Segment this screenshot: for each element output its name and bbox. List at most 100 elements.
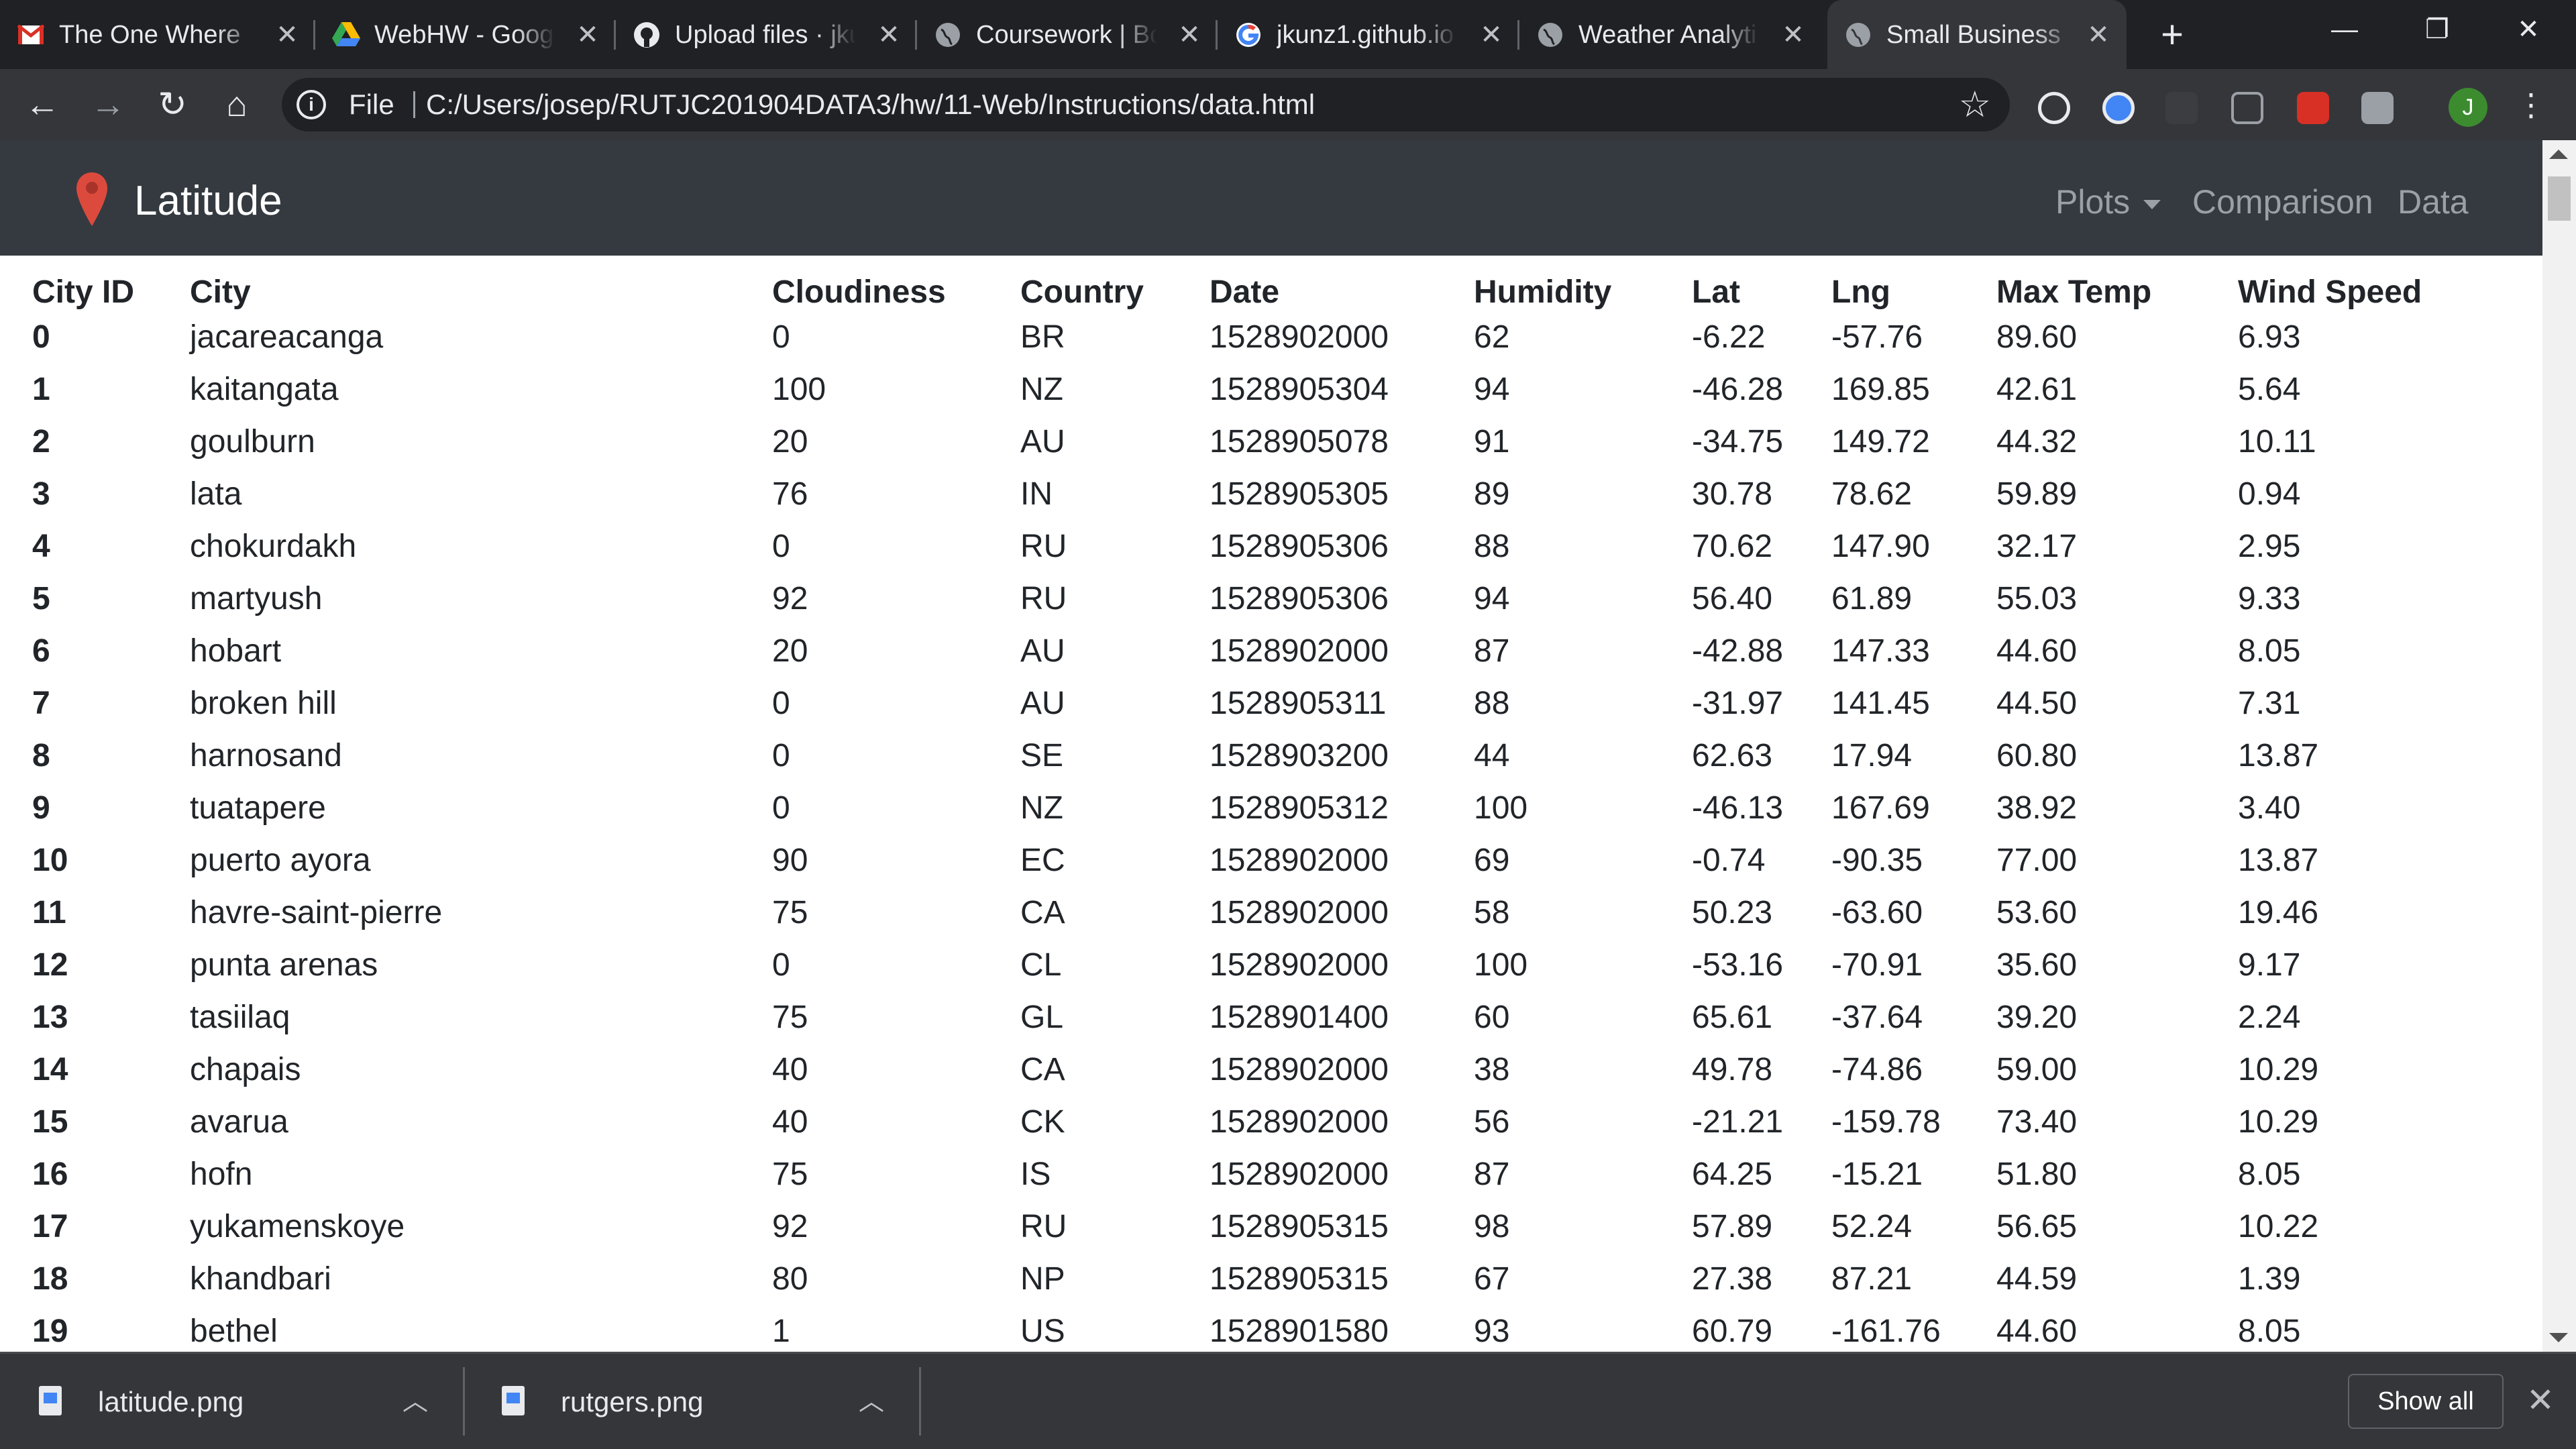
- table-row: 0 jacareacanga 0 BR 1528902000 62 -6.22 -57.76 8…: [17, 311, 2526, 363]
- browser-tab[interactable]: Coursework | Bo ✕: [917, 0, 1218, 69]
- table-row: 8 harnosand 0 SE 1528903200 44 62.63 17.94 60.80…: [17, 729, 2526, 782]
- data-table: City ID City Cloudiness Country Date Hum…: [17, 256, 2526, 1352]
- tab-close-icon[interactable]: ✕: [1778, 20, 1808, 50]
- cell-wind-speed: 2.95: [2238, 528, 2301, 564]
- cell-wind-speed: 19.46: [2238, 894, 2319, 930]
- cell-country: RU: [1020, 528, 1067, 564]
- browser-tab-active[interactable]: Small Business ✕: [1827, 0, 2127, 69]
- forward-arrow-icon[interactable]: →: [86, 83, 130, 127]
- cell-lat: -42.88: [1692, 633, 1784, 669]
- tab-close-icon[interactable]: ✕: [874, 20, 904, 50]
- browser-tab[interactable]: WebHW - Goog ✕: [315, 0, 616, 69]
- pdf-extension-icon[interactable]: [2297, 92, 2329, 124]
- download-item[interactable]: latitude.png ︿: [0, 1354, 463, 1449]
- browser-menu-icon[interactable]: ⋮: [2509, 83, 2553, 127]
- cell-cloudiness: 92: [772, 1208, 808, 1244]
- cell-date: 1528905306: [1210, 528, 1389, 564]
- close-window-icon[interactable]: ✕: [2498, 9, 2559, 50]
- pdf-extension-icon[interactable]: [2231, 92, 2263, 124]
- browser-tab[interactable]: The One Where ✕: [0, 0, 315, 69]
- browser-tab[interactable]: Upload files · jku ✕: [616, 0, 917, 69]
- cell-city: tasiilaq: [190, 999, 290, 1035]
- google-icon: [1234, 20, 1263, 50]
- cell-humidity: 87: [1474, 1156, 1510, 1192]
- cell-city: goulburn: [190, 423, 315, 460]
- nav-data-link[interactable]: Data: [2398, 180, 2469, 223]
- info-icon[interactable]: i: [297, 90, 326, 119]
- site-brand[interactable]: Latitude: [134, 178, 282, 225]
- table-row: 16 hofn 75 IS 1528902000 87 64.25 -15.21 51.80 8.…: [17, 1148, 2526, 1200]
- chevron-up-icon[interactable]: ︿: [402, 1383, 428, 1421]
- cell-wind-speed: 0.94: [2238, 476, 2301, 512]
- table-row: 18 khandbari 80 NP 1528905315 67 27.38 87.21 44.…: [17, 1252, 2526, 1305]
- cell-city-id: 15: [32, 1104, 68, 1140]
- back-arrow-icon[interactable]: ←: [20, 83, 64, 127]
- column-header: Lng: [1831, 274, 1890, 310]
- show-all-button[interactable]: Show all: [2348, 1374, 2504, 1429]
- browser-toolbar: ← → ↻ ⌂ i File C:/Users/josep/RUTJC20190…: [0, 69, 2576, 140]
- extension-icon[interactable]: [2038, 92, 2070, 124]
- tab-close-icon[interactable]: ✕: [573, 20, 602, 50]
- nav-plots-dropdown[interactable]: Plots: [2055, 180, 2161, 223]
- cell-wind-speed: 10.29: [2238, 1104, 2319, 1140]
- download-separator: [919, 1367, 921, 1436]
- table-row: 12 punta arenas 0 CL 1528902000 100 -53.16 -70.…: [17, 938, 2526, 991]
- cell-city: broken hill: [190, 685, 337, 721]
- tab-close-icon[interactable]: ✕: [1477, 20, 1506, 50]
- scrollbar-thumb[interactable]: [2548, 176, 2571, 221]
- extension-icon[interactable]: [2361, 92, 2394, 124]
- cell-cloudiness: 0: [772, 737, 790, 773]
- vertical-scrollbar[interactable]: [2542, 140, 2576, 1352]
- reload-icon[interactable]: ↻: [150, 83, 195, 127]
- download-item[interactable]: rutgers.png ︿: [463, 1354, 919, 1449]
- cell-city-id: 9: [32, 790, 50, 826]
- tab-close-icon[interactable]: ✕: [1175, 20, 1204, 50]
- cell-date: 1528902000: [1210, 947, 1389, 983]
- address-bar[interactable]: i File C:/Users/josep/RUTJC201904DATA3/h…: [282, 78, 2010, 131]
- cell-country: US: [1020, 1313, 1065, 1349]
- table-header-row: City ID City Cloudiness Country Date Hum…: [17, 256, 2526, 311]
- chevron-up-icon[interactable]: ︿: [859, 1383, 884, 1421]
- cell-date: 1528905315: [1210, 1208, 1389, 1244]
- nav-comparison-link[interactable]: Comparison: [2192, 180, 2373, 223]
- cell-country: NZ: [1020, 371, 1063, 407]
- tab-title: Small Business: [1886, 21, 2061, 49]
- cell-max-temp: 51.80: [1996, 1156, 2078, 1192]
- home-icon[interactable]: ⌂: [215, 83, 259, 127]
- cell-max-temp: 44.59: [1996, 1260, 2078, 1297]
- url-text[interactable]: C:/Users/josep/RUTJC201904DATA3/hw/11-We…: [426, 87, 1315, 122]
- tab-close-icon[interactable]: ✕: [2084, 20, 2113, 50]
- cell-lng: 87.21: [1831, 1260, 1913, 1297]
- close-shelf-icon[interactable]: ✕: [2524, 1379, 2557, 1421]
- cell-date: 1528902000: [1210, 894, 1389, 930]
- extension-icon[interactable]: [2165, 92, 2198, 124]
- tab-title: jkunz1.github.io: [1277, 21, 1454, 49]
- cell-lng: -63.60: [1831, 894, 1923, 930]
- cell-city: kaitangata: [190, 371, 339, 407]
- cell-city: jacareacanga: [190, 319, 384, 355]
- tab-close-icon[interactable]: ✕: [272, 20, 302, 50]
- cell-max-temp: 44.60: [1996, 1313, 2078, 1349]
- column-header: Wind Speed: [2238, 274, 2422, 310]
- cell-date: 1528902000: [1210, 1051, 1389, 1087]
- table-row: 10 puerto ayora 90 EC 1528902000 69 -0.74 -90.3…: [17, 834, 2526, 886]
- minimize-icon[interactable]: —: [2314, 9, 2375, 50]
- cell-humidity: 56: [1474, 1104, 1510, 1140]
- cell-lng: -57.76: [1831, 319, 1923, 355]
- scroll-up-icon[interactable]: [2549, 150, 2568, 159]
- browser-tab[interactable]: jkunz1.github.io ✕: [1218, 0, 1519, 69]
- cell-lat: -46.13: [1692, 790, 1784, 826]
- cell-max-temp: 35.60: [1996, 947, 2078, 983]
- restore-icon[interactable]: ❐: [2407, 9, 2467, 50]
- table-row: 17 yukamenskoye 92 RU 1528905315 98 57.89 52.24…: [17, 1200, 2526, 1252]
- cell-cloudiness: 20: [772, 633, 808, 669]
- map-pin-icon: [76, 172, 107, 226]
- profile-avatar[interactable]: J: [2449, 88, 2487, 127]
- cell-lat: 70.62: [1692, 528, 1773, 564]
- scroll-down-icon[interactable]: [2549, 1333, 2568, 1342]
- browser-tab[interactable]: Weather Analyti ✕: [1519, 0, 1821, 69]
- cell-lng: 149.72: [1831, 423, 1930, 460]
- new-tab-button[interactable]: +: [2152, 15, 2192, 55]
- bookmark-star-icon[interactable]: ☆: [1959, 85, 1991, 125]
- extension-icon[interactable]: [2102, 92, 2135, 124]
